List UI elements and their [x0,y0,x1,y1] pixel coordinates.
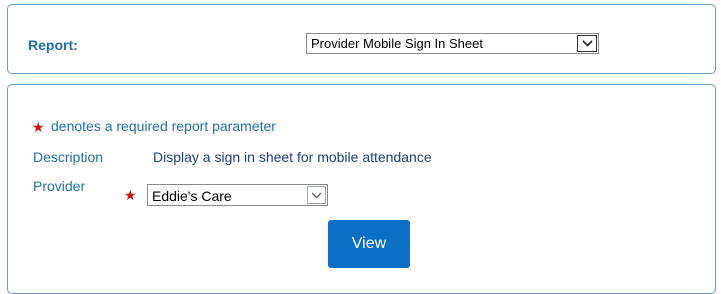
chevron-down-icon[interactable] [307,186,326,204]
report-select[interactable]: Provider Mobile Sign In Sheet [306,33,599,54]
description-label: Description [33,149,104,165]
provider-select[interactable]: Eddie's Care [147,184,328,206]
view-button[interactable]: View [328,220,410,268]
report-selection-panel: Report: Provider Mobile Sign In Sheet [7,4,716,74]
provider-required-star-icon: ★ [124,187,137,203]
provider-select-value: Eddie's Care [152,188,232,204]
required-note: denotes a required report parameter [51,118,276,134]
report-label: Report: [28,37,78,53]
chevron-down-icon[interactable] [577,35,597,52]
report-select-value: Provider Mobile Sign In Sheet [311,36,483,51]
provider-label: Provider [33,178,86,194]
description-value: Display a sign in sheet for mobile atten… [153,149,432,165]
required-star-icon: ★ [32,119,45,135]
